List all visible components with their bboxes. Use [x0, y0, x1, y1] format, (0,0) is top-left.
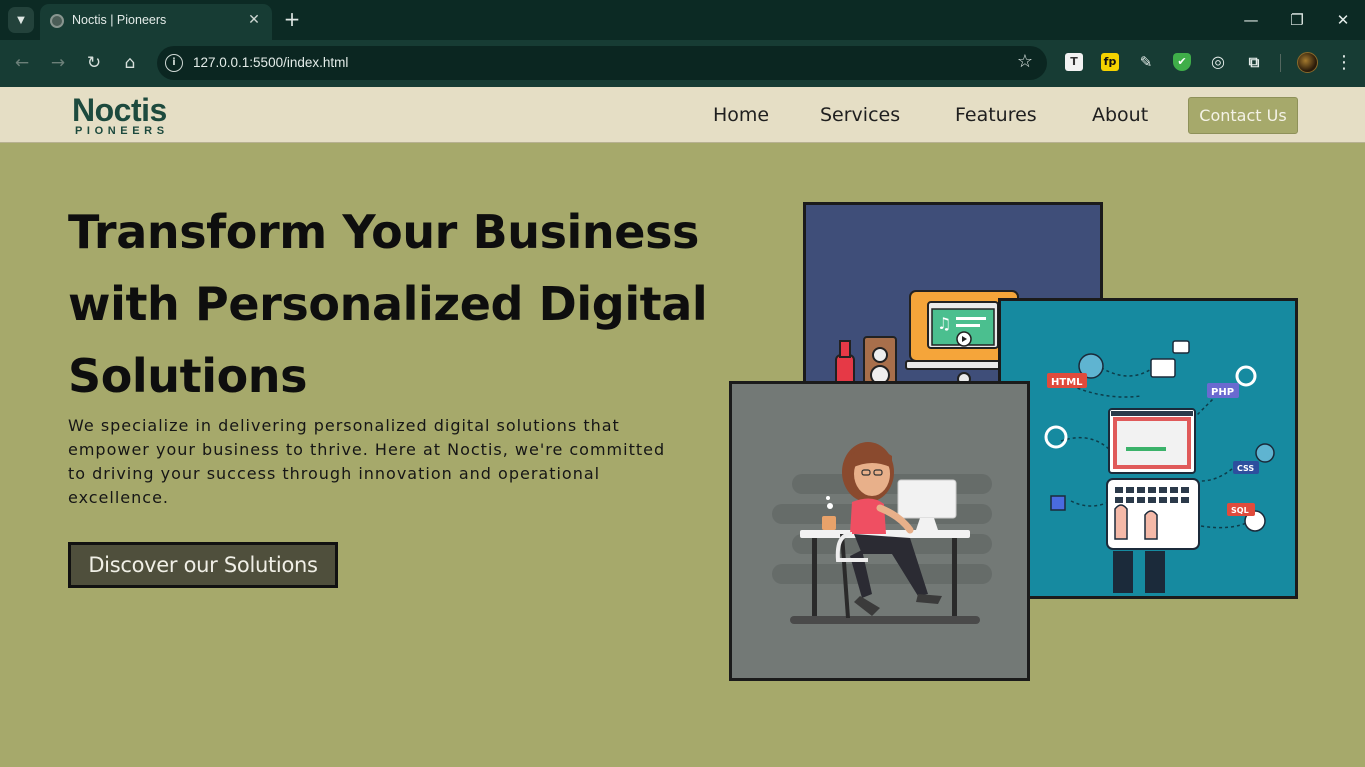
- home-button[interactable]: ⌂: [118, 51, 142, 75]
- new-tab-button[interactable]: +: [281, 8, 303, 30]
- address-bar[interactable]: i 127.0.0.1:5500/index.html ☆: [157, 46, 1047, 80]
- nav-features[interactable]: Features: [955, 104, 1037, 126]
- extension-fp-icon[interactable]: fp: [1101, 53, 1119, 71]
- target-extension-icon[interactable]: ◎: [1209, 53, 1227, 71]
- tab-search-dropdown-icon[interactable]: ▼: [8, 7, 34, 33]
- minimize-button[interactable]: —: [1236, 8, 1266, 32]
- browser-tab-bar: ▼ Noctis | Pioneers ✕ + — ❐ ✕: [0, 0, 1365, 40]
- hero-description: We specialize in delivering personalized…: [68, 416, 666, 507]
- window-close-button[interactable]: ✕: [1328, 8, 1358, 32]
- tab-favicon-icon: [50, 14, 64, 28]
- site-info-icon[interactable]: i: [165, 54, 183, 72]
- color-picker-icon[interactable]: ✎: [1137, 53, 1155, 71]
- logo-wordmark: Noctis: [72, 92, 167, 128]
- browser-toolbar: ← → ↻ ⌂ i 127.0.0.1:5500/index.html ☆ T …: [0, 40, 1365, 87]
- extensions-puzzle-icon[interactable]: ⧉: [1245, 53, 1263, 71]
- hero-title: Transform Your Business with Personalize…: [68, 205, 708, 403]
- php-tag-label: PHP: [1211, 387, 1234, 398]
- nav-services[interactable]: Services: [820, 104, 900, 126]
- discover-solutions-button[interactable]: Discover our Solutions: [68, 542, 338, 588]
- web-development-illustration: HTML PHP CSS SQL: [998, 298, 1298, 599]
- url-text[interactable]: 127.0.0.1:5500/index.html: [193, 55, 348, 70]
- css-tag-label: CSS: [1237, 464, 1254, 473]
- nav-home[interactable]: Home: [713, 104, 769, 126]
- toolbar-divider: [1280, 54, 1281, 72]
- tab-title: Noctis | Pioneers: [72, 13, 167, 27]
- svg-text:♫: ♫: [937, 314, 951, 333]
- tab-close-icon[interactable]: ✕: [244, 10, 264, 30]
- noctis-logo[interactable]: Noctis PIONEERS: [72, 93, 182, 139]
- forward-button[interactable]: →: [46, 51, 70, 75]
- contact-us-button[interactable]: Contact Us: [1188, 97, 1298, 134]
- site-header: Noctis PIONEERS Home Services Features A…: [0, 87, 1365, 143]
- logo-tagline: PIONEERS: [75, 125, 169, 137]
- sql-tag-label: SQL: [1231, 506, 1249, 515]
- profile-avatar[interactable]: [1297, 52, 1318, 73]
- back-button[interactable]: ←: [10, 51, 34, 75]
- restore-button[interactable]: ❐: [1282, 8, 1312, 32]
- bookmark-star-icon[interactable]: ☆: [1017, 51, 1033, 72]
- reload-button[interactable]: ↻: [82, 51, 106, 75]
- browser-tab[interactable]: Noctis | Pioneers ✕: [40, 4, 272, 40]
- nav-about[interactable]: About: [1092, 104, 1148, 126]
- shield-extension-icon[interactable]: ✔: [1173, 53, 1191, 71]
- extension-t-icon[interactable]: T: [1065, 53, 1083, 71]
- woman-at-desk-illustration: [729, 381, 1030, 681]
- html-tag-label: HTML: [1051, 377, 1083, 388]
- browser-menu-icon[interactable]: ⋮: [1334, 51, 1354, 75]
